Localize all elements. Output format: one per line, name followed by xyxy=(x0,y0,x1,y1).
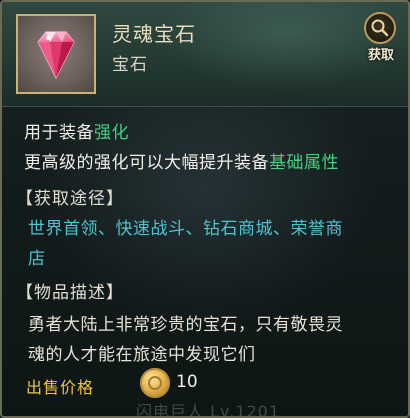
item-type: 宝石 xyxy=(112,55,148,75)
highlight-keyword: 基础属性 xyxy=(269,153,339,173)
item-header: 灵魂宝石 宝石 获取 xyxy=(2,2,408,107)
sell-price-value: 10 xyxy=(176,372,198,392)
sources-title: 【获取途径】 xyxy=(16,189,124,209)
highlight-keyword: 强化 xyxy=(94,123,129,143)
lore-line-2: 魂的人才能在旅途中发现它们 xyxy=(28,345,256,365)
acquire-button[interactable]: 获取 xyxy=(358,10,404,66)
lore-line-1: 勇者大陆上非常珍贵的宝石，只有敬畏灵 xyxy=(28,315,343,335)
item-tooltip: 灵魂宝石 宝石 获取 用于装备强化 更高级的强化可以大幅提升装备基础属性 【获取… xyxy=(0,0,410,418)
acquire-button-circle[interactable] xyxy=(364,12,396,44)
pink-gem-icon xyxy=(37,31,75,80)
sell-price-label: 出售价格 xyxy=(26,378,95,397)
item-icon-frame xyxy=(16,14,96,94)
lore-title: 【物品描述】 xyxy=(16,283,124,303)
description-line-1: 用于装备强化 xyxy=(24,118,129,143)
item-name: 灵魂宝石 xyxy=(112,22,196,46)
acquire-button-label[interactable]: 获取 xyxy=(358,44,404,63)
sources-line-2: 店 xyxy=(28,249,46,269)
description-text: 更高级的强化可以大幅提升装备 xyxy=(24,153,269,173)
description-text: 用于装备 xyxy=(24,123,94,143)
magnifier-icon xyxy=(371,19,389,37)
sources-line-1: 世界首领、快速战斗、钻石商城、荣誉商 xyxy=(28,219,343,239)
player-watermark: 闪电巨人 Lv.1201 xyxy=(136,402,281,418)
gold-coin-icon xyxy=(140,368,170,398)
description-line-2: 更高级的强化可以大幅提升装备基础属性 xyxy=(24,148,339,173)
